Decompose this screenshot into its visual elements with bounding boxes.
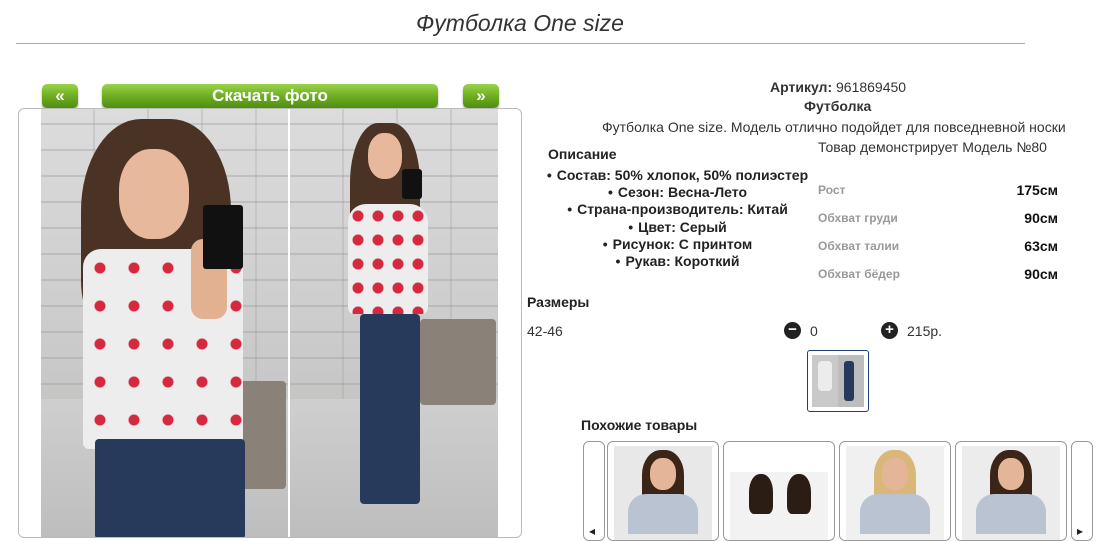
similar-product-card[interactable] (955, 441, 1067, 541)
measurement-label: Обхват бёдер (818, 267, 900, 281)
model-measurements: Рост 175см Обхват груди 90см Обхват тали… (818, 176, 1058, 288)
jeans (95, 439, 245, 537)
similar-scroll-right[interactable]: ▸ (1071, 441, 1093, 541)
chevron-left-icon: ◂ (589, 524, 596, 538)
sizes-title: Размеры (527, 294, 590, 310)
next-photo-button[interactable]: » (463, 84, 499, 108)
page-title: Футболка One size (416, 10, 624, 36)
measurement-label: Обхват груди (818, 211, 898, 225)
title-divider (16, 43, 1025, 44)
chevron-right-icon: ▸ (1077, 524, 1084, 538)
measurement-value: 63см (1024, 238, 1058, 254)
product-category: Футболка (804, 98, 872, 114)
description-item: Рисунок: С принтом (540, 236, 815, 253)
minus-circle-icon[interactable]: − (784, 322, 801, 339)
phone-image (203, 205, 243, 269)
measurement-row: Обхват талии 63см (818, 232, 1058, 260)
description-item: Состав: 50% хлопок, 50% полиэстер (540, 167, 815, 184)
similar-scroll-left[interactable]: ◂ (583, 441, 605, 541)
measurement-label: Рост (818, 183, 846, 197)
article-line: Артикул: 961869450 (770, 79, 906, 95)
similar-product-card[interactable] (607, 441, 719, 541)
product-photo-frame (18, 108, 522, 538)
description-item: Страна-производитель: Китай (540, 201, 815, 218)
download-photo-button[interactable]: Скачать фото (102, 84, 438, 108)
measurement-value: 175см (1016, 182, 1058, 198)
photo-thumbnail[interactable] (807, 350, 869, 412)
article-value: 961869450 (836, 79, 907, 95)
product-photo-full[interactable] (290, 109, 498, 537)
measurement-value: 90см (1024, 266, 1058, 282)
price-value: 215р. (907, 323, 943, 339)
product-photo-front[interactable] (41, 109, 288, 537)
article-label: Артикул: (770, 79, 833, 95)
similar-product-card[interactable] (723, 441, 835, 541)
similar-product-card[interactable] (839, 441, 951, 541)
previous-photo-button[interactable]: « (42, 84, 78, 108)
description-item: Цвет: Серый (540, 219, 815, 236)
plus-circle-icon[interactable]: + (881, 322, 898, 339)
measurement-value: 90см (1024, 210, 1058, 226)
measurement-row: Обхват бёдер 90см (818, 260, 1058, 288)
description-item: Рукав: Короткий (540, 253, 815, 270)
description-item: Сезон: Весна-Лето (540, 184, 815, 201)
size-label: 42-46 (527, 323, 563, 339)
measurement-row: Обхват груди 90см (818, 204, 1058, 232)
similar-products-title: Похожие товары (581, 417, 698, 433)
description-title: Описание (548, 146, 617, 162)
product-short-description: Футболка One size. Модель отлично подойд… (602, 119, 1066, 135)
quantity-value[interactable]: 0 (810, 323, 818, 339)
measurement-row: Рост 175см (818, 176, 1058, 204)
model-face (119, 149, 189, 239)
measurement-label: Обхват талии (818, 239, 900, 253)
description-list: Состав: 50% хлопок, 50% полиэстер Сезон:… (540, 167, 815, 270)
model-caption: Товар демонстрирует Модель №80 (818, 139, 1047, 155)
